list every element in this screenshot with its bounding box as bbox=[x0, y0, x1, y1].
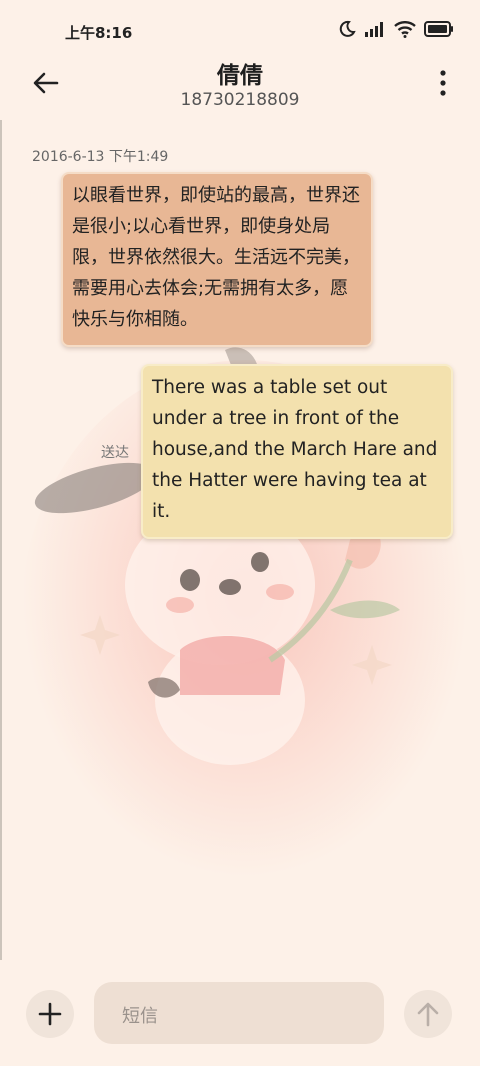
outgoing-message-bubble[interactable]: There was a table set out under a tree i… bbox=[141, 364, 453, 539]
more-vert-icon[interactable] bbox=[436, 68, 450, 98]
message-timestamp: 2016-6-13 下午1:49 bbox=[32, 149, 169, 165]
moon-icon bbox=[339, 20, 356, 37]
status-icons bbox=[338, 20, 454, 38]
conversation-header: 倩倩 18730218809 bbox=[0, 52, 480, 122]
send-button[interactable] bbox=[404, 990, 452, 1038]
left-divider bbox=[0, 120, 2, 960]
plus-icon bbox=[38, 1002, 62, 1026]
incoming-message-bubble[interactable]: 以眼看世界，即使站的最高，世界还是很小;以心看世界，即使身处局限，世界依然很大。… bbox=[61, 172, 373, 347]
status-time: 上午8:16 bbox=[65, 24, 133, 42]
contact-name: 倩倩 bbox=[217, 63, 263, 89]
message-input-placeholder: 短信 bbox=[122, 1006, 158, 1027]
incoming-message-text: 以眼看世界，即使站的最高，世界还是很小;以心看世界，即使身处局限，世界依然很大。… bbox=[72, 185, 360, 330]
add-attachment-button[interactable] bbox=[26, 990, 74, 1038]
outgoing-message-text: There was a table set out under a tree i… bbox=[152, 377, 438, 522]
battery-icon bbox=[424, 21, 453, 37]
wifi-icon bbox=[394, 20, 416, 38]
message-input[interactable]: 短信 bbox=[94, 982, 384, 1044]
status-bar: 上午8:16 bbox=[0, 0, 480, 60]
signal-icon bbox=[365, 22, 383, 37]
send-arrow-icon bbox=[417, 1002, 439, 1027]
delivery-status: 送达 bbox=[101, 445, 129, 461]
contact-phone: 18730218809 bbox=[180, 90, 300, 110]
